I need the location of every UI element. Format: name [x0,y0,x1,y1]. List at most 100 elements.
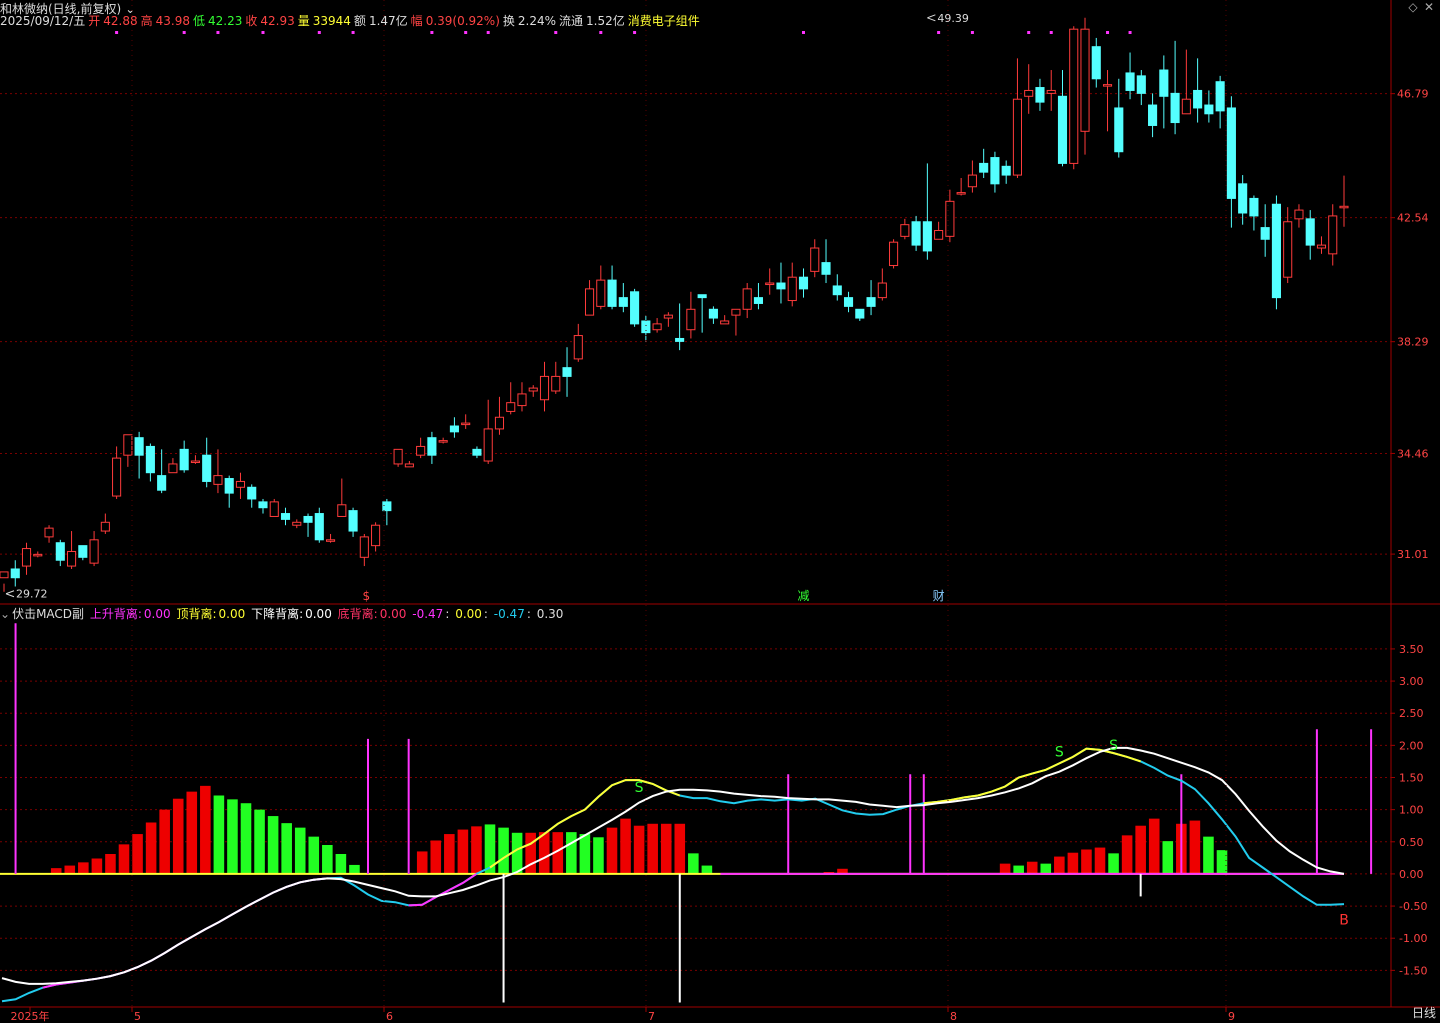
candle-body [922,221,932,252]
candle-body [78,545,88,558]
candle-body [258,501,268,509]
candle-body [889,241,899,267]
min-price-label: 29.72 [16,588,48,601]
macd-bar [64,865,76,874]
macd-bar [633,825,645,874]
candle-body [1316,244,1327,249]
max-arrow [927,14,936,22]
candle-body [1339,205,1349,209]
candle-body [213,475,223,485]
macd-bar [416,851,428,874]
candle-body [21,548,32,567]
macd-bar [159,809,170,874]
candle-body [100,521,110,532]
candle-body [44,527,54,538]
macd-bar [606,827,618,874]
candle-body [675,337,685,342]
macd-bar [1162,841,1174,874]
macd-tick-label: 1.00 [1399,804,1424,817]
candle-body [89,539,99,564]
macd-bar [132,834,143,874]
candle-body [235,480,246,488]
event-marker-reduce: 减 [797,589,809,603]
candle-body [584,288,595,316]
macd-bar [1013,865,1024,874]
x-tick-label: 6 [386,1010,393,1023]
macd-bar [1135,825,1146,874]
candle-body [990,157,1000,185]
price-tick-label: 34.46 [1397,447,1429,460]
candle-body [134,437,144,456]
macd-bar [1054,856,1065,874]
macd-bar [660,823,672,874]
macd-bar [186,791,198,874]
candle-body [596,279,606,307]
candle-body [607,279,617,307]
macd-tick-label: 3.50 [1399,643,1424,656]
candle-body [33,553,43,557]
stock-chart[interactable]: 31.01 34.46 38.29 42.54 46.79 49.39 29.72 $ 减 财 -1… [0,0,1440,1023]
signal-dot [1049,31,1053,34]
candle-body [1305,218,1315,246]
sell-signal-label: S [1055,745,1064,761]
candle-body [1024,89,1034,97]
signal-dot [1027,31,1031,34]
candle-body [900,224,910,237]
x-tick-label: 8 [950,1010,957,1023]
signal-dot [599,31,603,34]
candle-body [1114,107,1124,153]
macd-bar [213,795,225,874]
macd-bar [1040,863,1052,874]
macd-bar [267,816,279,874]
macd-bar [701,865,713,874]
candle-body [1069,28,1079,164]
candle-body [1170,92,1180,124]
candle-body [123,434,133,456]
macd-bar [620,818,631,874]
macd-tick-label: -1.50 [1399,964,1427,977]
candle-body [551,375,561,392]
macd-bar [322,845,333,874]
period-label[interactable]: 日线 [1412,1004,1436,1021]
macd-bar [1108,853,1119,874]
candle-body [866,297,876,307]
buy-signal-label: B [1339,913,1349,929]
signal-dot [464,31,468,34]
macd-bar [118,844,130,874]
candle-body [562,367,572,377]
macd-bar [308,836,320,874]
candle-body [1136,75,1146,94]
macd-bar [1026,861,1038,874]
candle-body [404,463,414,468]
candle-body [539,375,550,401]
candle-body [877,282,887,299]
macd-tick-label: 1.50 [1399,772,1424,785]
macd-bar [1203,836,1214,874]
macd-tick-label: 2.00 [1399,739,1424,752]
candle-body [697,294,707,299]
macd-bar [240,803,252,874]
macd-bar [566,832,577,874]
candle-body [303,515,313,523]
macd-bar [254,809,265,874]
candle-body [1091,46,1101,80]
candle-body [416,445,426,456]
macd-bar [1121,835,1133,874]
candle-body [157,475,167,491]
macd-bar [145,822,157,874]
x-tick-label: 9 [1228,1010,1235,1023]
candle-body [1046,89,1056,94]
candle-body [483,428,493,462]
candle-body [1249,197,1259,217]
candle-body [112,457,122,497]
candle-body [832,285,842,296]
candle-body [720,320,730,325]
candle-body [686,308,696,331]
signal-dot [801,31,805,34]
min-arrow [5,590,15,598]
x-tick-label: 2025年 [11,1009,50,1023]
candle-body [742,288,752,310]
macd-bar [349,864,360,874]
macd-bar [1067,852,1079,874]
signal-dot [970,31,974,34]
